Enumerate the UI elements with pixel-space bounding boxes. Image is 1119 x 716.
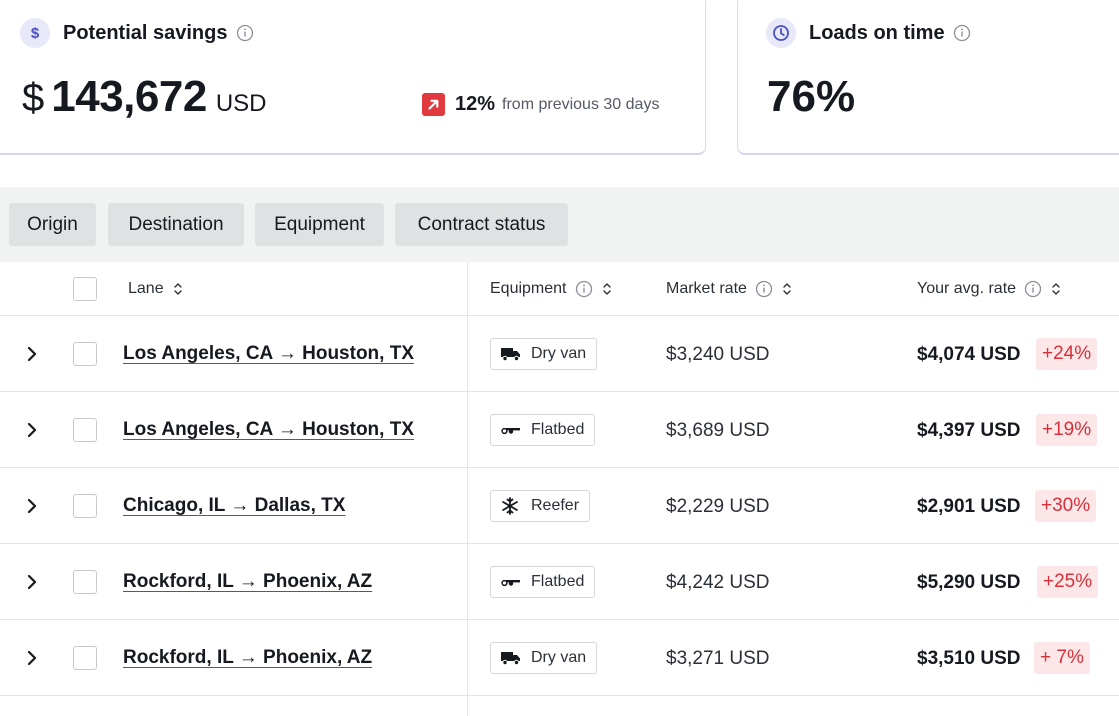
potential-savings-card: $ Potential savings $ 143,672 USD 12% fr… (0, 0, 706, 155)
market-rate-value: $4,242 USD (666, 572, 770, 593)
avg-rate-value: $5,290 USD (917, 572, 1021, 593)
filter-origin-button[interactable]: Origin (9, 203, 96, 246)
sort-icon[interactable] (1051, 282, 1061, 296)
equipment-label: Reefer (531, 497, 580, 514)
market-rate-value: $2,229 USD (666, 496, 770, 517)
column-label-equipment: Equipment (490, 280, 567, 297)
ontime-card-title: Loads on time (809, 21, 945, 44)
lane-link[interactable]: Rockford, IL → Phoenix, AZ (123, 571, 372, 593)
ontime-card-header: Loads on time (766, 18, 971, 48)
rate-delta-badge: +19% (1036, 414, 1098, 446)
lane-link[interactable]: Rockford, IL → Phoenix, AZ (123, 647, 372, 669)
avg-rate-value: $3,510 USD (917, 648, 1021, 669)
table-row[interactable]: Rockford, IL → Phoenix, AZ Flatbed $4,24… (0, 544, 1119, 620)
column-divider (467, 262, 468, 716)
clock-icon (766, 18, 796, 48)
filter-bar: Origin Destination Equipment Contract st… (0, 187, 1119, 262)
flatbed-icon (501, 425, 523, 435)
filter-equipment-button[interactable]: Equipment (255, 203, 384, 246)
loads-on-time-card: Loads on time 76% (737, 0, 1119, 155)
snowflake-icon (501, 497, 523, 515)
info-icon[interactable] (575, 280, 593, 298)
chevron-right-icon[interactable] (24, 496, 40, 516)
sort-icon[interactable] (602, 282, 612, 296)
currency-symbol: $ (22, 76, 45, 120)
info-icon[interactable] (1024, 280, 1042, 298)
select-all-checkbox[interactable] (73, 277, 97, 301)
row-checkbox[interactable] (73, 494, 97, 518)
savings-amount: 143,672 (51, 72, 207, 121)
info-icon[interactable] (755, 280, 773, 298)
savings-card-title: Potential savings (63, 21, 228, 44)
table-row[interactable]: Los Angeles, CA → Houston, TX Flatbed $3… (0, 392, 1119, 468)
rate-delta-badge: +25% (1037, 566, 1099, 598)
table-row[interactable]: Chicago, IL → Dallas, TX Reefer $2,229 U… (0, 468, 1119, 544)
savings-currency-unit: USD (215, 90, 267, 117)
chevron-right-icon[interactable] (24, 572, 40, 592)
row-checkbox[interactable] (73, 570, 97, 594)
equipment-tag: Reefer (490, 490, 591, 522)
column-label-market-rate: Market rate (666, 280, 747, 297)
avg-rate-value: $2,901 USD (917, 496, 1021, 517)
avg-rate-value: $4,397 USD (917, 420, 1021, 441)
truck-icon (501, 347, 523, 361)
filter-contract-status-button[interactable]: Contract status (395, 203, 568, 246)
trend-up-icon (422, 93, 445, 116)
equipment-tag: Dry van (490, 338, 598, 370)
row-checkbox[interactable] (73, 646, 97, 670)
row-checkbox[interactable] (73, 342, 97, 366)
equipment-label: Flatbed (531, 421, 585, 438)
avg-rate-value: $4,074 USD (917, 344, 1021, 365)
equipment-tag: Flatbed (490, 566, 596, 598)
trend-description: from previous 30 days (502, 95, 660, 113)
ontime-value: 76% (767, 72, 855, 122)
lane-link[interactable]: Los Angeles, CA → Houston, TX (123, 343, 414, 365)
rate-delta-badge: + 7% (1034, 642, 1090, 674)
column-header-market-rate[interactable]: Market rate (666, 280, 792, 298)
truck-icon (501, 651, 523, 665)
info-icon[interactable] (953, 24, 971, 42)
equipment-label: Dry van (531, 345, 587, 362)
table-header: Lane Equipment Market rate Your avg. rat… (0, 262, 1119, 316)
column-header-lane[interactable]: Lane (128, 280, 183, 298)
column-header-avg-rate[interactable]: Your avg. rate (917, 280, 1061, 298)
sort-icon[interactable] (782, 282, 792, 296)
sort-icon[interactable] (173, 282, 183, 296)
table-row[interactable]: Los Angeles, CA → Houston, TX Dry van $3… (0, 316, 1119, 392)
chevron-right-icon[interactable] (24, 648, 40, 668)
equipment-label: Flatbed (531, 573, 585, 590)
chevron-right-icon[interactable] (24, 344, 40, 364)
equipment-tag: Flatbed (490, 414, 596, 446)
rate-delta-badge: +30% (1035, 490, 1097, 522)
info-icon[interactable] (236, 24, 254, 42)
table-row[interactable]: Rockford, IL → Phoenix, AZ Dry van $3,27… (0, 620, 1119, 696)
lane-link[interactable]: Los Angeles, CA → Houston, TX (123, 419, 414, 441)
column-header-equipment[interactable]: Equipment (490, 280, 612, 298)
savings-trend: 12% from previous 30 days (422, 93, 659, 116)
savings-value: $ 143,672 USD (22, 72, 266, 122)
filter-destination-button[interactable]: Destination (108, 203, 244, 246)
ontime-percentage: 76% (767, 72, 856, 121)
lane-link[interactable]: Chicago, IL → Dallas, TX (123, 495, 345, 517)
market-rate-value: $3,689 USD (666, 420, 770, 441)
savings-card-header: $ Potential savings (20, 18, 254, 48)
column-label-avg-rate: Your avg. rate (917, 280, 1017, 297)
chevron-right-icon[interactable] (24, 420, 40, 440)
rate-delta-badge: +24% (1036, 338, 1098, 370)
dollar-icon: $ (20, 18, 50, 48)
trend-percentage: 12% (455, 93, 496, 115)
equipment-label: Dry van (531, 649, 587, 666)
row-checkbox[interactable] (73, 418, 97, 442)
market-rate-value: $3,240 USD (666, 344, 770, 365)
column-label-lane: Lane (128, 280, 164, 297)
flatbed-icon (501, 577, 523, 587)
market-rate-value: $3,271 USD (666, 648, 770, 669)
equipment-tag: Dry van (490, 642, 598, 674)
